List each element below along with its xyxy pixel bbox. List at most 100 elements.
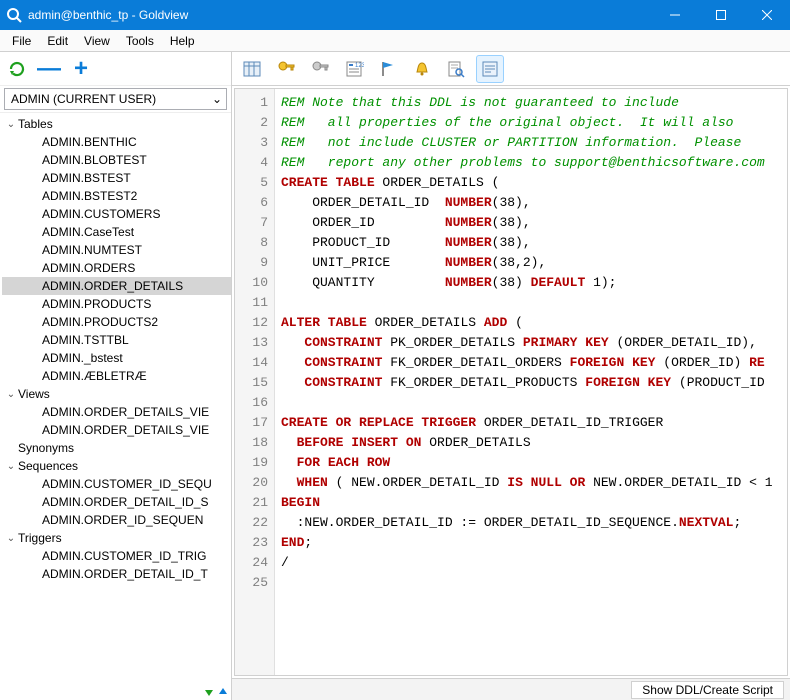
code-editor[interactable]: 1234567891011121314151617181920212223242… — [234, 88, 788, 676]
code-area[interactable]: REM Note that this DDL is not guaranteed… — [275, 89, 787, 675]
tree-item-label: ADMIN.ORDER_DETAIL_ID_T — [42, 567, 208, 581]
collapse-button[interactable]: — — [38, 58, 60, 80]
tree-group-label: Sequences — [18, 459, 78, 473]
toolbar-flag-button[interactable] — [374, 55, 402, 83]
tree-item-label: ADMIN.BLOBTEST — [42, 153, 147, 167]
tree-item-label: ADMIN.BENTHIC — [42, 135, 137, 149]
tree-item-label: ADMIN.ÆBLETRÆ — [42, 369, 147, 383]
tree-item-label: ADMIN.BSTEST2 — [42, 189, 137, 203]
toolbar-script-button[interactable] — [476, 55, 504, 83]
chevron-down-icon: ⌄ — [4, 119, 18, 130]
script-icon — [480, 59, 500, 79]
tree-group-synonyms[interactable]: Synonyms — [2, 439, 231, 457]
close-button[interactable] — [744, 0, 790, 30]
toolbar-columns-button[interactable] — [238, 55, 266, 83]
minimize-button[interactable] — [652, 0, 698, 30]
toolbar-page-search-button[interactable] — [442, 55, 470, 83]
tree-item[interactable]: ADMIN.BSTEST2 — [2, 187, 231, 205]
app-icon — [6, 7, 22, 23]
tree-group-label: Synonyms — [18, 441, 74, 455]
expand-button[interactable]: + — [70, 58, 92, 80]
tree-item[interactable]: ADMIN.CaseTest — [2, 223, 231, 241]
tree-item[interactable]: ADMIN.CUSTOMERS — [2, 205, 231, 223]
tree-item[interactable]: ADMIN.ÆBLETRÆ — [2, 367, 231, 385]
titlebar: admin@benthic_tp - Goldview — [0, 0, 790, 30]
tree-item-label: ADMIN.NUMTEST — [42, 243, 142, 257]
tree-group-triggers[interactable]: ⌄Triggers — [2, 529, 231, 547]
toolbar-bell-button[interactable] — [408, 55, 436, 83]
tree-item-label: ADMIN.TSTTBL — [42, 333, 129, 347]
tree-item-label: ADMIN.ORDER_DETAILS — [42, 279, 183, 293]
tree-item-label: ADMIN.PRODUCTS2 — [42, 315, 158, 329]
tree-item-label: ADMIN.BSTEST — [42, 171, 131, 185]
line-gutter: 1234567891011121314151617181920212223242… — [235, 89, 275, 675]
tree-item-label: ADMIN.CaseTest — [42, 225, 134, 239]
window-title: admin@benthic_tp - Goldview — [28, 8, 652, 22]
tree-item[interactable]: ADMIN.PRODUCTS2 — [2, 313, 231, 331]
tree-item[interactable]: ADMIN.NUMTEST — [2, 241, 231, 259]
status-mode: Show DDL/Create Script — [631, 681, 784, 699]
tree-item[interactable]: ADMIN.ORDER_ID_SEQUEN — [2, 511, 231, 529]
tree-group-views[interactable]: ⌄Views — [2, 385, 231, 403]
tree-item-label: ADMIN.ORDER_DETAIL_ID_S — [42, 495, 208, 509]
tree-item[interactable]: ADMIN._bstest — [2, 349, 231, 367]
tree-item[interactable]: ADMIN.ORDER_DETAILS — [2, 277, 231, 295]
tree-group-label: Tables — [18, 117, 53, 131]
menu-tools[interactable]: Tools — [118, 32, 162, 50]
menu-view[interactable]: View — [76, 32, 118, 50]
left-toolbar: — + — [0, 52, 231, 86]
tree-item[interactable]: ADMIN.TSTTBL — [2, 331, 231, 349]
tree-item-label: ADMIN.ORDER_DETAILS_VIE — [42, 423, 209, 437]
tree-group-sequences[interactable]: ⌄Sequences — [2, 457, 231, 475]
chevron-down-icon: ⌄ — [4, 461, 18, 472]
key-grey-icon — [310, 59, 330, 79]
tree-item[interactable]: ADMIN.BSTEST — [2, 169, 231, 187]
refresh-button[interactable] — [6, 58, 28, 80]
tree-group-label: Triggers — [18, 531, 62, 545]
maximize-button[interactable] — [698, 0, 744, 30]
chevron-down-icon: ⌄ — [4, 389, 18, 400]
tree-item[interactable]: ADMIN.BENTHIC — [2, 133, 231, 151]
bell-icon — [412, 59, 432, 79]
tree-item[interactable]: ADMIN.ORDERS — [2, 259, 231, 277]
toolbar-key-grey-button[interactable] — [306, 55, 334, 83]
tree-item-label: ADMIN.ORDERS — [42, 261, 135, 275]
menu-edit[interactable]: Edit — [39, 32, 76, 50]
sort-down-icon[interactable] — [203, 686, 215, 698]
tree-item-label: ADMIN.CUSTOMERS — [42, 207, 160, 221]
key-yellow-icon — [276, 59, 296, 79]
tree-item[interactable]: ADMIN.ORDER_DETAILS_VIE — [2, 421, 231, 439]
schema-dropdown[interactable]: ADMIN (CURRENT USER) ⌄ — [4, 88, 227, 110]
tree-item[interactable]: ADMIN.ORDER_DETAIL_ID_T — [2, 565, 231, 583]
list-icon: 123 — [344, 59, 364, 79]
toolbar-key-yellow-button[interactable] — [272, 55, 300, 83]
tree-item[interactable]: ADMIN.ORDER_DETAIL_ID_S — [2, 493, 231, 511]
tree-item[interactable]: ADMIN.BLOBTEST — [2, 151, 231, 169]
tree-group-label: Views — [18, 387, 50, 401]
page-search-icon — [446, 59, 466, 79]
tree-item-label: ADMIN.PRODUCTS — [42, 297, 151, 311]
menu-help[interactable]: Help — [162, 32, 203, 50]
tree-item[interactable]: ADMIN.ORDER_DETAILS_VIE — [2, 403, 231, 421]
object-tree[interactable]: ⌄TablesADMIN.BENTHICADMIN.BLOBTESTADMIN.… — [0, 113, 231, 601]
tree-item-label: ADMIN.ORDER_ID_SEQUEN — [42, 513, 203, 527]
tree-item-label: ADMIN.CUSTOMER_ID_SEQU — [42, 477, 212, 491]
tree-item[interactable]: ADMIN.CUSTOMER_ID_TRIG — [2, 547, 231, 565]
schema-dropdown-value: ADMIN (CURRENT USER) — [11, 92, 156, 106]
tree-item[interactable]: ADMIN.CUSTOMER_ID_SEQU — [2, 475, 231, 493]
right-toolbar: 123 — [232, 52, 790, 86]
menu-file[interactable]: File — [4, 32, 39, 50]
sort-up-icon[interactable] — [217, 686, 229, 698]
toolbar-list-button[interactable]: 123 — [340, 55, 368, 83]
chevron-down-icon: ⌄ — [212, 92, 222, 106]
statusbar: Show DDL/Create Script — [232, 678, 790, 700]
tree-item-label: ADMIN.ORDER_DETAILS_VIE — [42, 405, 209, 419]
svg-text:123: 123 — [355, 63, 364, 69]
tree-item[interactable]: ADMIN.PRODUCTS — [2, 295, 231, 313]
tree-group-tables[interactable]: ⌄Tables — [2, 115, 231, 133]
menubar: File Edit View Tools Help — [0, 30, 790, 52]
flag-icon — [378, 59, 398, 79]
columns-icon — [242, 59, 262, 79]
chevron-down-icon: ⌄ — [4, 533, 18, 544]
tree-item-label: ADMIN._bstest — [42, 351, 123, 365]
